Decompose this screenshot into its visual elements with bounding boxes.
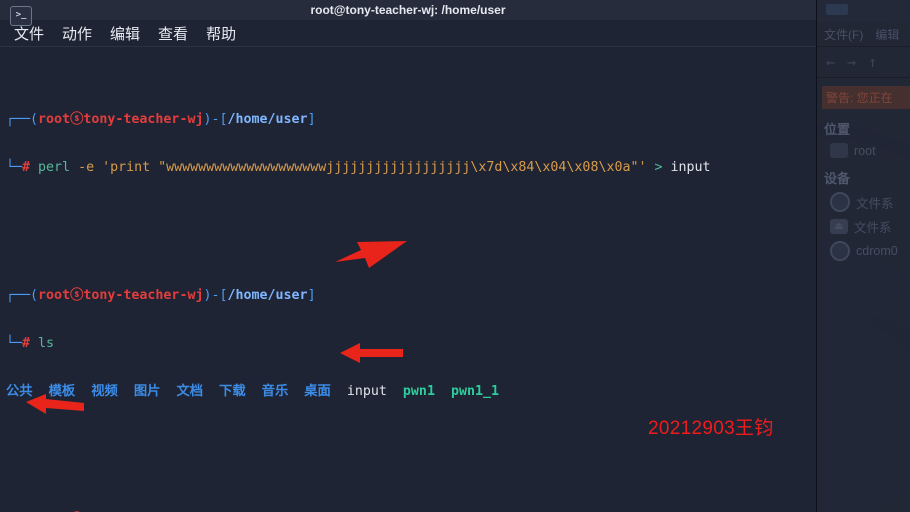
ls-entry-dir: 公共 <box>6 384 33 399</box>
folder-icon <box>830 143 848 158</box>
prompt-line: ┌──(rootⓢtony-teacher-wj)-[/home/user] <box>6 288 316 303</box>
ls-entry-exec: pwn1_1 <box>450 384 500 399</box>
ls-entry-dir: 图片 <box>133 384 161 399</box>
prompt-host: tony-teacher-wj <box>83 112 204 127</box>
file-manager-item-filesystem-2[interactable]: ⏏ 文件系 <box>830 217 910 236</box>
command-line-ls: └─# ls <box>6 336 55 351</box>
perl-script-string: 'print "wwwwwwwwwwwwwwwwwwwwjjjjjjjjjjjj… <box>102 160 647 175</box>
prompt-user: root <box>38 112 71 127</box>
ls-entry-dir: 桌面 <box>304 384 331 399</box>
prompt-host: tony-teacher-wj <box>83 288 204 303</box>
file-manager-item-label: 文件系 <box>856 196 894 211</box>
ls-entry-dir: 模板 <box>48 384 76 399</box>
terminal-menubar[interactable]: 文件 动作 编辑 查看 帮助 <box>0 20 816 47</box>
file-manager-item-label: root <box>854 143 876 158</box>
menu-item-edit[interactable]: 编辑 <box>110 23 140 44</box>
screenshot-root: 位置 👥 计算机 ◐ user 🗑 回收站 图片 🔗 公共 ⤓ 模板 ♪ 视频 <box>0 0 910 512</box>
disc-icon <box>830 192 850 212</box>
prompt-line: ┌──(rootⓢtony-teacher-wj)-[/home/user] <box>6 112 316 127</box>
ls-entry-file: input <box>346 384 387 399</box>
prompt-user: root <box>38 288 71 303</box>
file-manager-warning-banner: 警告: 您正在 <box>822 86 910 109</box>
terminal-output-area[interactable]: ┌──(rootⓢtony-teacher-wj)-[/home/user] └… <box>0 46 815 512</box>
ls-entry-dir: 下载 <box>219 384 246 399</box>
prompt-path: /home/user <box>227 112 308 127</box>
student-id-watermark: 20212903王钧 <box>648 418 774 439</box>
ls-entry-dir: 视频 <box>91 384 118 399</box>
prompt-sigil: # <box>22 336 31 351</box>
prompt-branch-top: ┌── <box>6 112 31 127</box>
ls-entry-dir: 音乐 <box>261 384 289 399</box>
menu-item-action[interactable]: 动作 <box>62 23 92 44</box>
file-manager-item-root[interactable]: root <box>830 143 910 158</box>
file-manager-tab[interactable] <box>826 4 848 15</box>
command-line-perl: └─# perl -e 'print "wwwwwwwwwwwwwwwwwwww… <box>6 160 711 175</box>
file-manager-menu-file[interactable]: 文件(F) <box>824 26 863 43</box>
up-arrow-icon[interactable]: ↑ <box>868 53 877 71</box>
forward-arrow-icon[interactable]: → <box>847 53 856 71</box>
disc-icon <box>830 241 850 261</box>
terminal-title: root@tony-teacher-wj: /home/user <box>310 3 506 17</box>
file-manager-titlebar[interactable] <box>816 0 910 22</box>
usb-icon: ⏏ <box>830 219 848 234</box>
file-manager-window[interactable]: 文件(F) 编辑 ← → ↑ 警告: 您正在 位置 root 设备 文件系 ⏏ … <box>815 0 910 512</box>
menu-item-view[interactable]: 查看 <box>158 23 188 44</box>
ls-entry-dir: 文档 <box>176 384 204 399</box>
ls-entry-exec: pwn1 <box>402 384 435 399</box>
prompt-at-glyph: ⓢ <box>70 288 84 303</box>
file-manager-item-cdrom0[interactable]: cdrom0 <box>830 241 910 261</box>
file-manager-toolbar[interactable]: ← → ↑ <box>816 47 910 78</box>
file-manager-item-label: 文件系 <box>854 221 892 235</box>
file-manager-item-label: cdrom0 <box>856 244 898 258</box>
file-manager-item-filesystem-1[interactable]: 文件系 <box>830 192 910 212</box>
prompt-at-glyph: ⓢ <box>70 112 84 127</box>
menu-item-help[interactable]: 帮助 <box>206 23 236 44</box>
file-manager-menu-edit[interactable]: 编辑 <box>875 26 899 43</box>
ls-output-row: 公共 模板 视频 图片 文档 下载 音乐 桌面 input pwn1 pwn1_… <box>6 384 815 400</box>
file-manager-menubar[interactable]: 文件(F) 编辑 <box>816 22 910 47</box>
prompt-sigil: # <box>22 160 31 175</box>
prompt-path: /home/user <box>227 288 308 303</box>
back-arrow-icon[interactable]: ← <box>826 53 835 71</box>
file-manager-section-places: 位置 <box>824 122 851 137</box>
file-manager-section-devices: 设备 <box>824 171 851 186</box>
terminal-titlebar[interactable]: >_ root@tony-teacher-wj: /home/user <box>0 0 816 26</box>
